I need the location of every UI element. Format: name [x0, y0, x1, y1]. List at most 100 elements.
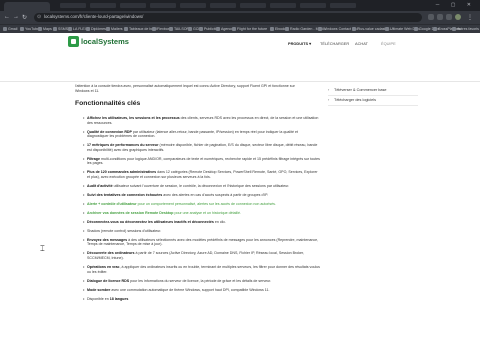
bullet-icon: • — [83, 236, 85, 242]
features-list: • Affichez les utilisateurs, les sessions… — [75, 115, 320, 305]
bullet-icon: • — [83, 227, 85, 233]
bullet-icon: • — [83, 191, 85, 197]
extension-icon[interactable] — [446, 14, 452, 20]
address-bar-row: ← → ↻ ⊙ localsystems.com/fr/cliente-lour… — [0, 11, 480, 24]
feature-text: Shadow (remote control) sessions d'utili… — [87, 228, 162, 233]
feature-title: Découverte des ordinateurs — [87, 251, 135, 256]
nav-produits[interactable]: PRODUITS ▾ — [288, 41, 311, 46]
feature-title: Audit d'activité — [87, 183, 113, 188]
list-item-highlighted: • Alerte + contrôle d'utilisateur pour un… — [75, 200, 320, 207]
active-tab[interactable] — [4, 2, 50, 11]
browser-tab[interactable] — [150, 3, 176, 8]
window-controls[interactable]: ─ ▢ ✕ — [436, 2, 476, 8]
list-item: • Shadow (remote control) sessions d'util… — [75, 227, 320, 234]
sidebar: › Téléverser & Commencer base › Télécharge… — [328, 86, 418, 106]
screen: ─ ▢ ✕ ← → ↻ ⊙ localsystems.com/fr/client… — [0, 0, 480, 360]
url-text: localsystems.com/fr/cliente-lourd-partag… — [44, 14, 144, 19]
chevron-right-icon: › — [328, 88, 330, 92]
extension-icon[interactable] — [428, 14, 434, 20]
feature-text: multi-conditions pour logique AND/OR, co… — [87, 156, 320, 166]
browser-tab[interactable] — [180, 3, 206, 8]
bookmark[interactable]: Flight for the future — [232, 27, 267, 31]
feature-text: pour une analyse et un historique détail… — [173, 210, 242, 215]
feature-title: Dialogue de licence RDS — [87, 278, 130, 283]
sidebar-item-downloads[interactable]: › Télécharger des logiciels — [328, 96, 418, 106]
browser-tab[interactable] — [300, 3, 326, 8]
bookmark[interactable]: Gmail — [3, 27, 17, 31]
bullet-icon: • — [83, 286, 85, 292]
nav-equipe[interactable]: ÉQUIPE — [381, 41, 396, 46]
feature-title: 17 métriques de performances du serveur — [87, 143, 159, 148]
nav-telecharger[interactable]: TÉLÉCHARGER — [320, 41, 349, 46]
list-item: • Qualité de connexion RDP par utilisateu… — [75, 128, 320, 139]
nav-achat[interactable]: ACHAT — [355, 41, 368, 46]
logo-text: localSystems — [81, 37, 129, 46]
list-item: • Mode sombre avec une commutation automa… — [75, 286, 320, 293]
list-item-highlighted: • Archiver vos données de session Remote … — [75, 209, 320, 216]
section-title: Fonctionnalités clés — [75, 100, 141, 107]
bookmark[interactable]: LA FLEX — [68, 27, 87, 31]
bullet-icon: • — [83, 295, 85, 301]
browser-tab-strip: ─ ▢ ✕ — [0, 0, 480, 11]
list-item: • Suivi des tentatives de connexion échou… — [75, 191, 320, 198]
feature-title: Qualité de connexion RDP — [87, 129, 132, 134]
feature-text: Disponible en — [87, 296, 110, 301]
bookmark[interactable]: Autres favoris — [452, 27, 479, 31]
list-item: • Déconnectez-vous ou déconnectez les uti… — [75, 218, 320, 225]
bullet-icon: • — [83, 277, 85, 283]
extension-icon[interactable] — [437, 14, 443, 20]
bullet-icon: • — [83, 169, 85, 175]
mouse-cursor-icon: ⌶ — [40, 244, 45, 253]
list-item: • 17 métriques de performances du serveur… — [75, 143, 320, 152]
url-input[interactable]: ⊙ localsystems.com/fr/cliente-lourd-part… — [34, 13, 422, 22]
forward-icon[interactable]: → — [13, 14, 19, 20]
list-item: • Opérations en vrac, à appliquer des ord… — [75, 263, 320, 274]
bullet-icon: • — [83, 250, 85, 256]
bookmark[interactable]: Diplômes — [86, 27, 106, 31]
bullet-icon: • — [83, 155, 85, 161]
lock-icon: ⊙ — [37, 14, 42, 20]
feature-title: Opérations en vrac — [87, 264, 120, 269]
feature-text: avec des alertes en cas d'accès suspects… — [162, 192, 269, 197]
feature-text: en clic. — [213, 219, 227, 224]
bullet-icon: • — [83, 128, 85, 134]
feature-title: Affichez les utilisateurs, les sessions … — [87, 116, 180, 120]
bookmark[interactable]: YouTube — [20, 27, 39, 31]
bookmark[interactable]: Mailers — [106, 27, 123, 31]
sidebar-item-label: Téléverser & Commencer base — [334, 88, 387, 92]
bullet-icon: • — [83, 142, 85, 148]
back-icon[interactable]: ← — [4, 14, 10, 20]
list-item: • Disponible en 18 langues — [75, 295, 320, 302]
bookmark[interactable]: Flexbox — [152, 27, 170, 31]
list-item: • Audit d'activité utilisateur suivant l'… — [75, 182, 320, 189]
browser-tab[interactable] — [330, 3, 356, 8]
browser-tab[interactable] — [90, 3, 116, 8]
chevron-right-icon: › — [328, 98, 330, 102]
feature-title: Alerte + contrôle d'utilisateur — [87, 201, 137, 206]
bookmark[interactable]: SSMS — [53, 27, 68, 31]
bullet-icon: • — [83, 263, 85, 269]
feature-title: Envoyez des messages — [87, 237, 128, 242]
bookmark[interactable]: Publicité — [199, 27, 218, 31]
profile-avatar-icon[interactable] — [455, 14, 461, 20]
bookmark[interactable]: TAILSOR — [169, 27, 189, 31]
browser-tab[interactable] — [210, 3, 236, 8]
bullet-icon: • — [83, 115, 85, 120]
feature-text: avec une commutation automatique de thèm… — [110, 287, 270, 292]
feature-title: 18 langues — [109, 296, 129, 301]
bookmark[interactable]: Maps — [38, 27, 52, 31]
browser-tab[interactable] — [60, 3, 86, 8]
list-item: • Découverte des ordinateurs à partir de … — [75, 251, 320, 260]
menu-icon[interactable]: ⋮ — [467, 14, 473, 21]
bullet-icon: • — [83, 182, 85, 188]
bullet-icon: • — [83, 209, 85, 215]
sidebar-item-tutorial[interactable]: › Téléverser & Commencer base — [328, 86, 418, 96]
list-item: • Envoyez des messages à des utilisateurs… — [75, 236, 320, 247]
browser-tab[interactable] — [240, 3, 266, 8]
browser-tab[interactable] — [270, 3, 296, 8]
reload-icon[interactable]: ↻ — [22, 14, 27, 21]
feature-text: , à appliquer des ordinateurs inscrits o… — [87, 264, 320, 274]
bullet-icon: • — [83, 218, 85, 224]
browser-tab[interactable] — [120, 3, 146, 8]
bullet-icon: • — [83, 200, 85, 206]
